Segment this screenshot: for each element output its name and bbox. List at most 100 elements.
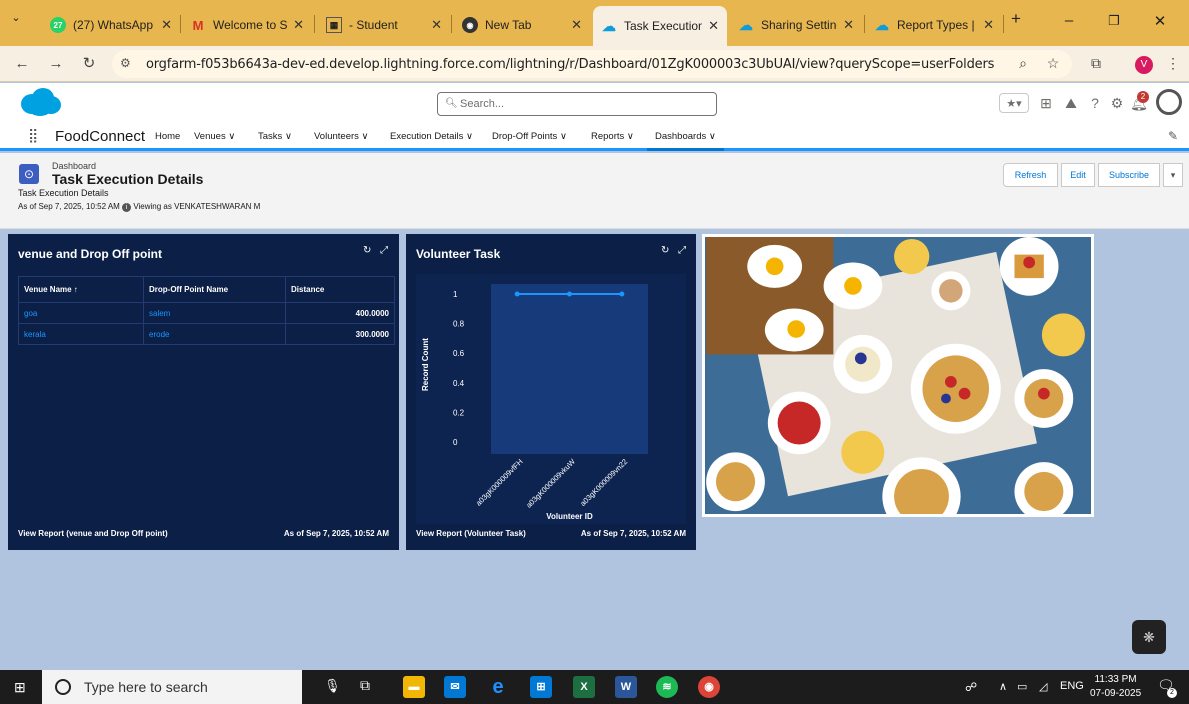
browser-menu-icon[interactable]: ⋮: [1164, 55, 1182, 72]
food-image: [702, 234, 1094, 517]
refresh-icon[interactable]: ↻: [363, 245, 371, 256]
nav-execution-details[interactable]: Execution Details ∨: [390, 131, 473, 142]
close-icon[interactable]: ✕: [161, 17, 172, 33]
tab-whatsapp[interactable]: 27 (27) WhatsApp ✕: [42, 9, 180, 41]
refresh-icon[interactable]: ↻: [661, 245, 669, 256]
favorites-icon[interactable]: ★▾: [999, 93, 1029, 113]
info-icon[interactable]: i: [122, 203, 132, 212]
wifi-icon[interactable]: ◿: [1039, 680, 1047, 693]
edge-icon[interactable]: e: [487, 676, 509, 698]
user-avatar[interactable]: [1156, 89, 1182, 115]
help-icon[interactable]: ?: [1085, 93, 1105, 113]
excel-icon[interactable]: X: [573, 676, 595, 698]
chevron-down-icon[interactable]: ∨: [560, 131, 567, 142]
column-header-dropoff[interactable]: Drop-Off Point Name: [143, 276, 286, 303]
edit-nav-pencil-icon[interactable]: ✎: [1168, 129, 1178, 143]
line-chart[interactable]: 00.20.40.60.81 a03gK000009vfFH a03gK00000…: [416, 274, 686, 524]
app-launcher-icon[interactable]: ⣿: [28, 127, 38, 144]
chevron-down-icon[interactable]: ∨: [228, 131, 235, 142]
y-tick-label: 0.6: [453, 349, 465, 358]
file-explorer-icon[interactable]: ▬: [403, 676, 425, 698]
nav-dashboards[interactable]: Dashboards ∨: [647, 123, 724, 151]
chevron-down-icon[interactable]: ∨: [362, 131, 369, 142]
chevron-down-icon[interactable]: ∨: [709, 131, 716, 142]
view-report-link[interactable]: View Report (Volunteer Task): [416, 529, 526, 538]
distance-cell: 300.0000: [285, 323, 395, 345]
tab-task-execution[interactable]: ☁ Task Execution D ✕: [593, 6, 727, 46]
close-icon[interactable]: ✕: [983, 17, 994, 33]
venue-link[interactable]: goa: [18, 302, 144, 324]
extensions-icon[interactable]: ⧉: [1087, 55, 1105, 72]
forward-arrow-icon[interactable]: →: [46, 54, 66, 74]
expand-icon[interactable]: ⤢: [380, 245, 388, 256]
tab-search-icon[interactable]: ⌄: [6, 11, 26, 24]
battery-icon[interactable]: ▭: [1017, 680, 1027, 693]
nav-volunteers[interactable]: Volunteers ∨: [314, 131, 369, 142]
spotify-icon[interactable]: ≋: [656, 676, 678, 698]
close-icon[interactable]: ✕: [293, 17, 304, 33]
chevron-down-icon[interactable]: ∨: [285, 131, 292, 142]
store-icon[interactable]: ⊞: [530, 676, 552, 698]
new-tab-icon[interactable]: +: [1006, 9, 1026, 29]
microphone-icon[interactable]: 🎙︎: [324, 678, 341, 694]
close-icon[interactable]: ✕: [708, 18, 719, 34]
close-icon[interactable]: ✕: [571, 17, 582, 33]
nav-tasks[interactable]: Tasks ∨: [258, 131, 292, 142]
report-table: Venue Name ↑ Drop-Off Point Name Distanc…: [18, 276, 395, 345]
dropoff-link[interactable]: erode: [143, 323, 286, 345]
global-search-input[interactable]: 🔍︎ Search...: [437, 92, 717, 116]
nav-drop-off-points[interactable]: Drop-Off Points ∨: [492, 131, 567, 142]
chevron-down-icon[interactable]: ∨: [466, 131, 473, 142]
nav-venues[interactable]: Venues ∨: [194, 131, 235, 142]
windows-start-icon[interactable]: ⊞: [14, 679, 26, 696]
subscribe-button[interactable]: Subscribe: [1098, 163, 1160, 187]
language-indicator[interactable]: ENG: [1060, 680, 1084, 692]
reload-icon[interactable]: ↻: [79, 54, 99, 74]
column-header-venue[interactable]: Venue Name ↑: [18, 276, 144, 303]
chrome-taskbar-icon[interactable]: ◉: [698, 676, 720, 698]
data-point[interactable]: [514, 291, 520, 297]
nav-home[interactable]: Home: [155, 131, 180, 142]
setup-gear-icon[interactable]: ⚙: [1107, 93, 1127, 113]
url-field[interactable]: ⚙ orgfarm-f053b6643a-dev-ed.develop.ligh…: [112, 50, 1072, 78]
chevron-down-icon[interactable]: ∨: [627, 131, 634, 142]
profile-avatar[interactable]: V: [1135, 56, 1153, 74]
bookmark-star-icon[interactable]: ☆: [1044, 55, 1062, 72]
nav-reports[interactable]: Reports ∨: [591, 131, 634, 142]
tray-chevron-icon[interactable]: ∧: [999, 680, 1007, 693]
tab-report-types[interactable]: ☁ Report Types | S ✕: [866, 9, 1002, 41]
expand-icon[interactable]: ⤢: [678, 245, 686, 256]
restore-icon[interactable]: ❐: [1104, 13, 1124, 29]
venue-link[interactable]: kerala: [18, 323, 144, 345]
tab-gmail[interactable]: M Welcome to Sale ✕: [182, 9, 312, 41]
word-icon[interactable]: W: [615, 676, 637, 698]
column-header-distance[interactable]: Distance: [285, 276, 395, 303]
tab-student[interactable]: ▦ - Student ✕: [318, 9, 450, 41]
screen-recorder-widget-icon[interactable]: ❋: [1132, 620, 1166, 654]
refresh-button[interactable]: Refresh: [1003, 163, 1058, 187]
zoom-icon[interactable]: ⌕: [1014, 55, 1032, 72]
back-arrow-icon[interactable]: ←: [12, 54, 32, 74]
tab-new-tab[interactable]: ◉ New Tab ✕: [454, 9, 590, 41]
data-point[interactable]: [619, 291, 625, 297]
dropoff-link[interactable]: salem: [143, 302, 286, 324]
more-actions-chevron-icon[interactable]: ▾: [1163, 163, 1183, 187]
clock[interactable]: 11:33 PM 07-09-2025: [1090, 673, 1141, 701]
window-close-icon[interactable]: ✕: [1150, 12, 1170, 30]
taskbar-search-input[interactable]: Type here to search: [42, 670, 302, 704]
close-icon[interactable]: ✕: [431, 17, 442, 33]
tab-sharing-settings[interactable]: ☁ Sharing Settings ✕: [730, 9, 862, 41]
view-report-link[interactable]: View Report (venue and Drop Off point): [18, 529, 168, 538]
trailhead-icon[interactable]: ⛰: [1061, 93, 1081, 113]
dashboard-type-label: Dashboard: [52, 161, 97, 171]
people-icon[interactable]: ☍: [965, 680, 977, 694]
task-view-icon[interactable]: ⧉: [360, 677, 370, 694]
site-settings-icon[interactable]: ⚙: [120, 56, 131, 70]
edit-button[interactable]: Edit: [1061, 163, 1095, 187]
global-actions-icon[interactable]: ⊞: [1036, 93, 1056, 113]
close-icon[interactable]: ✕: [843, 17, 854, 33]
data-point[interactable]: [567, 291, 572, 297]
minimize-icon[interactable]: –: [1059, 12, 1079, 29]
mail-icon[interactable]: ✉: [444, 676, 466, 698]
salesforce-logo[interactable]: [18, 87, 62, 117]
